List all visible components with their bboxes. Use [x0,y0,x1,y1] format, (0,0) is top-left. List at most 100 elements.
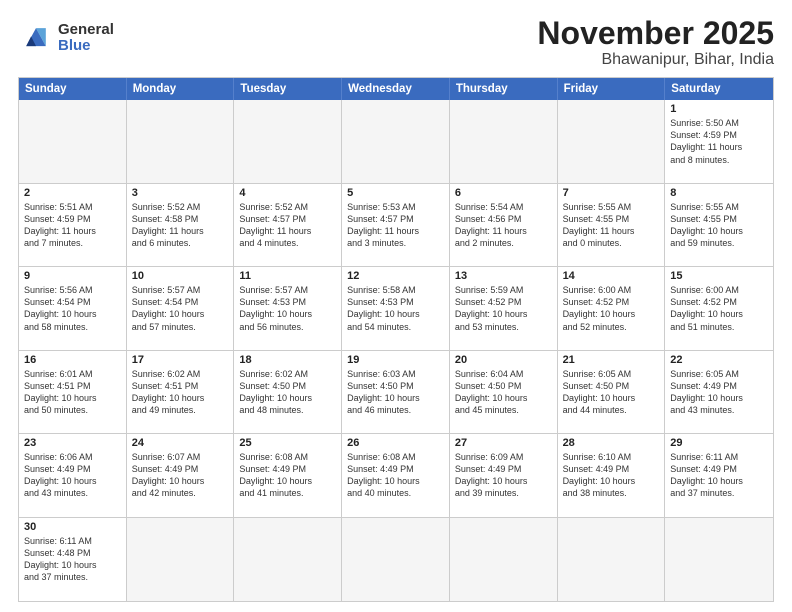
cal-cell-22: 17 Sunrise: 6:02 AM Sunset: 4:51 PM Dayli… [127,351,235,434]
cal-cell-36 [127,518,235,601]
cal-cell-41 [665,518,773,601]
month-title: November 2025 [537,16,774,51]
day-number: 5 [347,187,444,199]
cal-cell-8: 3Sunrise: 5:52 AM Sunset: 4:58 PM Daylig… [127,184,235,267]
day-number: 30 [24,521,121,533]
day-info: Sunrise: 6:08 AM Sunset: 4:49 PM Dayligh… [239,451,336,500]
day-number: 14 [563,270,660,282]
logo-icon [18,20,54,56]
day-number: 9 [24,270,121,282]
col-wednesday: Wednesday [342,78,450,100]
cal-cell-10: 5 Sunrise: 5:53 AM Sunset: 4:57 PM Daylig… [342,184,450,267]
day-number: 2 [24,187,121,199]
day-info: Sunrise: 6:04 AM Sunset: 4:50 PM Dayligh… [455,368,552,417]
day-number: 28 [563,437,660,449]
cal-cell-12: 7Sunrise: 5:55 AM Sunset: 4:55 PM Daylig… [558,184,666,267]
day-info: Sunrise: 5:56 AM Sunset: 4:54 PM Dayligh… [24,284,121,333]
cal-cell-24: 19Sunrise: 6:03 AM Sunset: 4:50 PM Dayli… [342,351,450,434]
day-info: Sunrise: 5:53 AM Sunset: 4:57 PM Dayligh… [347,201,444,250]
day-number: 3 [132,187,229,199]
day-number: 24 [132,437,229,449]
calendar-header: Sunday Monday Tuesday Wednesday Thursday… [19,78,773,100]
day-number: 20 [455,354,552,366]
day-info: Sunrise: 6:11 AM Sunset: 4:48 PM Dayligh… [24,535,121,584]
cal-cell-14: 9 Sunrise: 5:56 AM Sunset: 4:54 PM Daylig… [19,267,127,350]
day-info: Sunrise: 5:52 AM Sunset: 4:57 PM Dayligh… [239,201,336,250]
cal-cell-32: 27 Sunrise: 6:09 AM Sunset: 4:49 PM Dayli… [450,434,558,517]
cal-cell-6: 1 Sunrise: 5:50 AM Sunset: 4:59 PM Daylig… [665,100,773,183]
cal-cell-5 [558,100,666,183]
day-info: Sunrise: 5:54 AM Sunset: 4:56 PM Dayligh… [455,201,552,250]
day-number: 29 [670,437,768,449]
logo: General Blue [18,20,114,56]
day-info: Sunrise: 5:57 AM Sunset: 4:53 PM Dayligh… [239,284,336,333]
cal-cell-35: 30 Sunrise: 6:11 AM Sunset: 4:48 PM Dayli… [19,518,127,601]
cal-cell-11: 6 Sunrise: 5:54 AM Sunset: 4:56 PM Daylig… [450,184,558,267]
day-number: 27 [455,437,552,449]
day-info: Sunrise: 6:03 AM Sunset: 4:50 PM Dayligh… [347,368,444,417]
day-number: 8 [670,187,768,199]
day-info: Sunrise: 6:05 AM Sunset: 4:49 PM Dayligh… [670,368,768,417]
cal-cell-39 [450,518,558,601]
day-number: 13 [455,270,552,282]
day-info: Sunrise: 6:08 AM Sunset: 4:49 PM Dayligh… [347,451,444,500]
day-number: 21 [563,354,660,366]
day-info: Sunrise: 6:02 AM Sunset: 4:51 PM Dayligh… [132,368,229,417]
day-info: Sunrise: 6:05 AM Sunset: 4:50 PM Dayligh… [563,368,660,417]
day-info: Sunrise: 5:55 AM Sunset: 4:55 PM Dayligh… [563,201,660,250]
cal-cell-18: 13 Sunrise: 5:59 AM Sunset: 4:52 PM Dayli… [450,267,558,350]
day-number: 4 [239,187,336,199]
day-number: 17 [132,354,229,366]
page: General Blue November 2025 Bhawanipur, B… [0,0,792,612]
day-number: 1 [670,103,768,115]
day-number: 6 [455,187,552,199]
cal-cell-20: 15Sunrise: 6:00 AM Sunset: 4:52 PM Dayli… [665,267,773,350]
day-number: 18 [239,354,336,366]
col-friday: Friday [558,78,666,100]
day-number: 12 [347,270,444,282]
header: General Blue November 2025 Bhawanipur, B… [18,16,774,69]
day-info: Sunrise: 6:06 AM Sunset: 4:49 PM Dayligh… [24,451,121,500]
cal-cell-16: 11 Sunrise: 5:57 AM Sunset: 4:53 PM Dayli… [234,267,342,350]
cal-cell-29: 24 Sunrise: 6:07 AM Sunset: 4:49 PM Dayli… [127,434,235,517]
col-saturday: Saturday [665,78,773,100]
day-number: 25 [239,437,336,449]
day-info: Sunrise: 5:50 AM Sunset: 4:59 PM Dayligh… [670,117,768,166]
day-info: Sunrise: 6:09 AM Sunset: 4:49 PM Dayligh… [455,451,552,500]
cal-cell-37 [234,518,342,601]
cal-cell-31: 26 Sunrise: 6:08 AM Sunset: 4:49 PM Dayli… [342,434,450,517]
cal-cell-7: 2Sunrise: 5:51 AM Sunset: 4:59 PM Daylig… [19,184,127,267]
day-number: 11 [239,270,336,282]
col-tuesday: Tuesday [234,78,342,100]
day-number: 26 [347,437,444,449]
cal-cell-33: 28 Sunrise: 6:10 AM Sunset: 4:49 PM Dayli… [558,434,666,517]
cal-cell-3 [342,100,450,183]
day-info: Sunrise: 5:59 AM Sunset: 4:52 PM Dayligh… [455,284,552,333]
cal-cell-23: 18 Sunrise: 6:02 AM Sunset: 4:50 PM Dayli… [234,351,342,434]
cal-cell-21: 16Sunrise: 6:01 AM Sunset: 4:51 PM Dayli… [19,351,127,434]
cal-cell-13: 8Sunrise: 5:55 AM Sunset: 4:55 PM Daylig… [665,184,773,267]
cal-cell-27: 22Sunrise: 6:05 AM Sunset: 4:49 PM Dayli… [665,351,773,434]
day-info: Sunrise: 5:58 AM Sunset: 4:53 PM Dayligh… [347,284,444,333]
cal-cell-15: 10 Sunrise: 5:57 AM Sunset: 4:54 PM Dayli… [127,267,235,350]
day-info: Sunrise: 6:11 AM Sunset: 4:49 PM Dayligh… [670,451,768,500]
location-subtitle: Bhawanipur, Bihar, India [537,51,774,69]
logo-blue: Blue [58,37,91,54]
day-info: Sunrise: 6:07 AM Sunset: 4:49 PM Dayligh… [132,451,229,500]
cal-cell-38 [342,518,450,601]
calendar: Sunday Monday Tuesday Wednesday Thursday… [18,77,774,602]
logo-text: General Blue [58,22,114,55]
day-number: 15 [670,270,768,282]
day-info: Sunrise: 5:57 AM Sunset: 4:54 PM Dayligh… [132,284,229,333]
cal-cell-0 [19,100,127,183]
day-info: Sunrise: 6:02 AM Sunset: 4:50 PM Dayligh… [239,368,336,417]
day-info: Sunrise: 6:10 AM Sunset: 4:49 PM Dayligh… [563,451,660,500]
logo-general: General [58,21,114,38]
cal-cell-40 [558,518,666,601]
day-number: 16 [24,354,121,366]
cal-cell-4 [450,100,558,183]
cal-cell-30: 25 Sunrise: 6:08 AM Sunset: 4:49 PM Dayli… [234,434,342,517]
calendar-body: 1 Sunrise: 5:50 AM Sunset: 4:59 PM Daylig… [19,100,773,601]
cal-cell-2 [234,100,342,183]
day-number: 10 [132,270,229,282]
